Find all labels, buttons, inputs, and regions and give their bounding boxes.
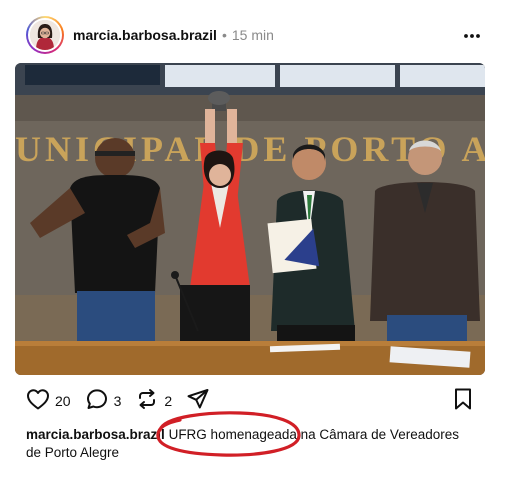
like-button[interactable]: 20 <box>26 388 71 415</box>
post-photo[interactable]: UNICIPAL DE PORTO A <box>15 63 485 375</box>
bookmark-button[interactable] <box>452 387 474 416</box>
caption-username[interactable]: marcia.barbosa.brazil <box>26 427 165 442</box>
post-username[interactable]: marcia.barbosa.brazil <box>73 27 217 43</box>
more-options-button[interactable] <box>458 21 486 49</box>
separator-dot: • <box>221 27 227 43</box>
more-horizontal-icon <box>463 26 481 44</box>
repost-button[interactable]: 2 <box>135 387 172 416</box>
bookmark-icon <box>452 387 474 416</box>
comment-icon <box>85 387 109 416</box>
post-caption: marcia.barbosa.brazil UFRG homenageada n… <box>26 426 466 462</box>
like-count: 20 <box>55 393 71 409</box>
send-icon <box>186 387 210 416</box>
share-button[interactable] <box>186 387 210 416</box>
repost-count: 2 <box>164 393 173 409</box>
heart-icon <box>26 388 50 415</box>
avatar-photo <box>28 18 62 52</box>
post-timestamp[interactable]: 15 min <box>232 27 274 43</box>
comment-button[interactable]: 3 <box>85 387 122 416</box>
post-header: marcia.barbosa.brazil • 15 min <box>26 15 486 55</box>
repost-icon <box>135 387 159 416</box>
avatar[interactable] <box>26 16 64 54</box>
award-ceremony-photo: UNICIPAL DE PORTO A <box>15 63 485 375</box>
post-actions-bar: 20 3 2 <box>26 388 474 414</box>
comment-count: 3 <box>113 393 122 409</box>
